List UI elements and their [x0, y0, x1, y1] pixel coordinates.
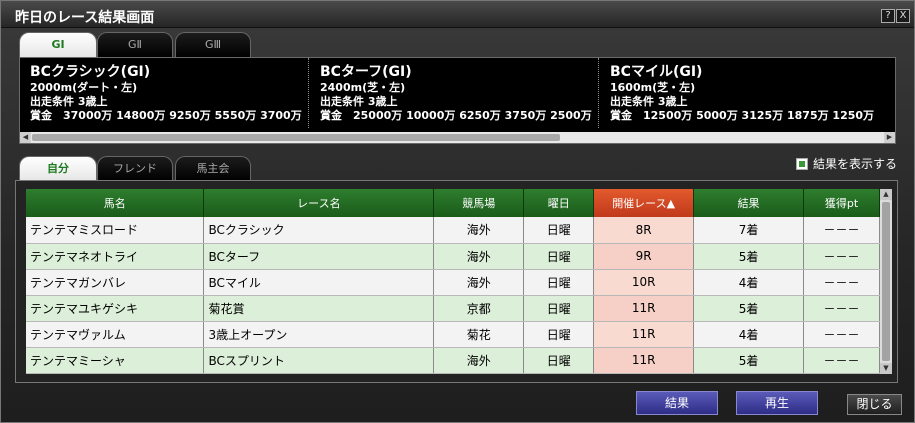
title-bar: 昨日のレース結果画面 ? X	[1, 1, 914, 28]
vertical-scrollbar[interactable]: ▲ ▼	[880, 189, 892, 374]
column-header-day[interactable]: 曜日	[523, 189, 595, 217]
column-header-result[interactable]: 結果	[693, 189, 805, 217]
column-header-points[interactable]: 獲得pt	[803, 189, 880, 217]
cell-horse: テンテマヴァルム	[26, 321, 205, 348]
scroll-up-icon[interactable]: ▲	[880, 189, 892, 200]
cell-points: －－－	[803, 269, 880, 296]
cell-result: 5着	[693, 295, 805, 322]
window-title: 昨日のレース結果画面	[15, 10, 155, 26]
table-row[interactable]: テンテマガンバレ BCマイル 海外 日曜 10R 4着 －－－	[26, 269, 880, 296]
cell-race: BCマイル	[203, 269, 435, 296]
scroll-down-icon[interactable]: ▼	[880, 363, 892, 374]
race-card: BCマイル(GⅠ) 1600m(芝・左) 出走条件 3歳上 賞金 12500万 …	[600, 58, 889, 128]
cell-day: 日曜	[523, 217, 595, 244]
cell-race: BCクラシック	[203, 217, 435, 244]
results-panel: 馬名 レース名 競馬場 曜日 開催レース▲ 結果 獲得pt テンテマミスロード …	[15, 180, 898, 383]
cell-day: 日曜	[523, 295, 595, 322]
cell-horse: テンテマミスロード	[26, 217, 205, 244]
cell-result: 5着	[693, 243, 805, 270]
table-row[interactable]: テンテマネオトライ BCターフ 海外 日曜 9R 5着 －－－	[26, 243, 880, 270]
tab-g3[interactable]: GⅢ	[175, 32, 251, 57]
cell-horse: テンテマネオトライ	[26, 243, 205, 270]
cell-day: 日曜	[523, 321, 595, 348]
cell-race: 3歳上オープン	[203, 321, 435, 348]
table-row[interactable]: テンテマミーシャ BCスプリント 海外 日曜 11R 5着 －－－	[26, 347, 880, 374]
race-distance: 1600m(芝・左)	[610, 81, 696, 94]
checkbox-checked-icon[interactable]	[796, 157, 808, 170]
scroll-right-icon[interactable]: ▶	[884, 132, 895, 143]
cell-points: －－－	[803, 243, 880, 270]
scroll-thumb[interactable]	[882, 202, 890, 361]
race-prize: 賞金 25000万 10000万 6250万 3750万 2500万	[320, 109, 592, 122]
result-button[interactable]: 結果	[636, 391, 718, 415]
race-title: BCクラシック(GⅠ)	[30, 64, 151, 80]
table-header-row: 馬名 レース名 競馬場 曜日 開催レース▲ 結果 獲得pt	[26, 189, 880, 217]
close-button[interactable]: 閉じる	[847, 394, 902, 415]
scroll-thumb[interactable]	[32, 134, 560, 141]
tab-self[interactable]: 自分	[19, 156, 97, 181]
cell-horse: テンテマガンバレ	[26, 269, 205, 296]
cell-points: －－－	[803, 347, 880, 374]
column-header-track[interactable]: 競馬場	[433, 189, 525, 217]
tab-friend[interactable]: フレンド	[97, 156, 173, 181]
cell-result: 7着	[693, 217, 805, 244]
cell-points: －－－	[803, 321, 880, 348]
show-results-label: 結果を表示する	[813, 157, 898, 171]
cell-race: 菊花賞	[203, 295, 435, 322]
cell-points: －－－	[803, 295, 880, 322]
race-distance: 2000m(ダート・左)	[30, 81, 138, 94]
horizontal-scrollbar[interactable]: ◀ ▶	[20, 132, 895, 143]
show-results-checkbox[interactable]: 結果を表示する	[796, 155, 897, 172]
cell-track: 海外	[433, 243, 525, 270]
replay-button[interactable]: 再生	[736, 391, 818, 415]
race-title: BCターフ(GⅠ)	[320, 64, 412, 80]
tab-owners-club[interactable]: 馬主会	[175, 156, 251, 181]
cell-race-number: 9R	[593, 243, 695, 270]
results-table: 馬名 レース名 競馬場 曜日 開催レース▲ 結果 獲得pt テンテマミスロード …	[26, 189, 880, 374]
cell-race: BCスプリント	[203, 347, 435, 374]
tab-g2[interactable]: GⅡ	[97, 32, 173, 57]
cell-race-number: 11R	[593, 347, 695, 374]
help-button[interactable]: ?	[881, 9, 895, 23]
race-title: BCマイル(GⅠ)	[610, 64, 703, 80]
cell-result: 5着	[693, 347, 805, 374]
cell-race-number: 11R	[593, 295, 695, 322]
race-condition: 出走条件 3歳上	[610, 95, 688, 108]
race-condition: 出走条件 3歳上	[320, 95, 398, 108]
race-distance: 2400m(芝・左)	[320, 81, 406, 94]
cell-track: 海外	[433, 269, 525, 296]
table-row[interactable]: テンテマヴァルム 3歳上オープン 菊花 日曜 11R 4着 －－－	[26, 321, 880, 348]
tab-g1[interactable]: GⅠ	[19, 32, 97, 57]
race-results-window: 昨日のレース結果画面 ? X GⅠ GⅡ GⅢ BCクラシック(GⅠ) 2000…	[0, 0, 915, 423]
close-window-button[interactable]: X	[896, 9, 910, 23]
cell-result: 4着	[693, 321, 805, 348]
table-row[interactable]: テンテマユキゲシキ 菊花賞 京都 日曜 11R 5着 －－－	[26, 295, 880, 322]
cell-day: 日曜	[523, 269, 595, 296]
cell-day: 日曜	[523, 347, 595, 374]
scroll-left-icon[interactable]: ◀	[20, 132, 31, 143]
cell-race-number: 11R	[593, 321, 695, 348]
table-row[interactable]: テンテマミスロード BCクラシック 海外 日曜 8R 7着 －－－	[26, 217, 880, 244]
cell-horse: テンテマユキゲシキ	[26, 295, 205, 322]
cell-horse: テンテマミーシャ	[26, 347, 205, 374]
race-condition: 出走条件 3歳上	[30, 95, 108, 108]
cell-points: －－－	[803, 217, 880, 244]
cell-track: 京都	[433, 295, 525, 322]
cell-track: 海外	[433, 217, 525, 244]
cell-track: 菊花	[433, 321, 525, 348]
race-card: BCターフ(GⅠ) 2400m(芝・左) 出走条件 3歳上 賞金 25000万 …	[310, 58, 599, 128]
column-header-race-number[interactable]: 開催レース▲	[593, 189, 695, 217]
race-card: BCクラシック(GⅠ) 2000m(ダート・左) 出走条件 3歳上 賞金 370…	[20, 58, 309, 128]
race-info-panel: BCクラシック(GⅠ) 2000m(ダート・左) 出走条件 3歳上 賞金 370…	[19, 57, 896, 144]
cell-race-number: 8R	[593, 217, 695, 244]
cell-race: BCターフ	[203, 243, 435, 270]
column-header-horse[interactable]: 馬名	[26, 189, 205, 217]
cell-day: 日曜	[523, 243, 595, 270]
race-prize: 賞金 12500万 5000万 3125万 1875万 1250万	[610, 109, 875, 122]
column-header-race[interactable]: レース名	[203, 189, 435, 217]
cell-race-number: 10R	[593, 269, 695, 296]
cell-result: 4着	[693, 269, 805, 296]
cell-track: 海外	[433, 347, 525, 374]
race-prize: 賞金 37000万 14800万 9250万 5550万 3700万	[30, 109, 302, 122]
